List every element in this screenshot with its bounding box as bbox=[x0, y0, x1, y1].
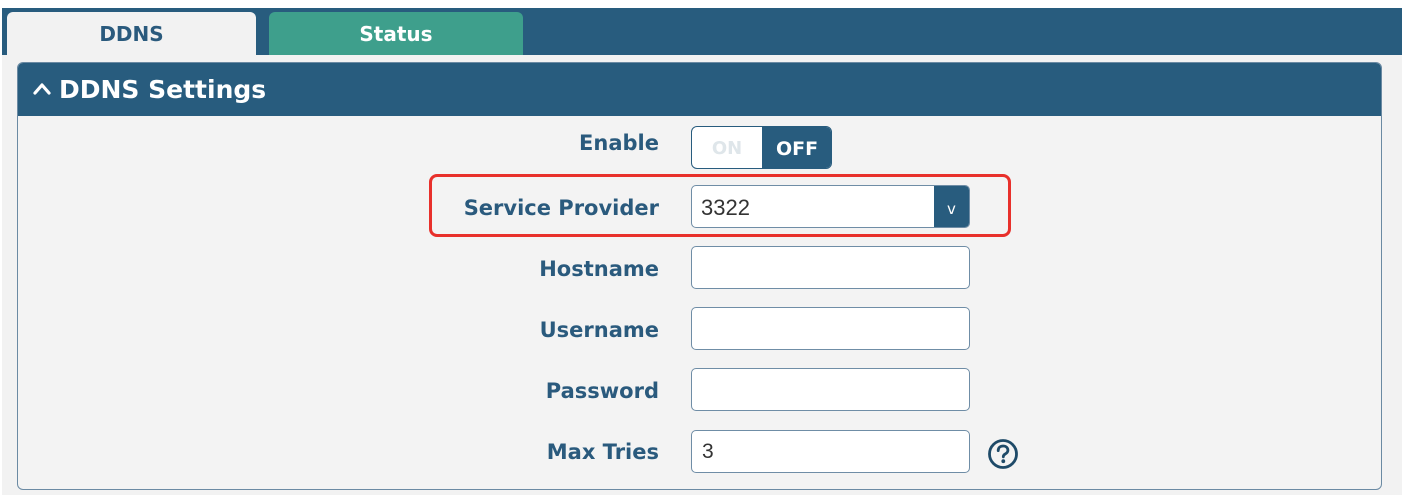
panel-header[interactable]: DDNS Settings bbox=[18, 63, 1381, 116]
tab-ddns[interactable]: DDNS bbox=[7, 12, 256, 55]
tab-status[interactable]: Status bbox=[269, 12, 523, 55]
toggle-on-option[interactable]: ON bbox=[692, 127, 762, 168]
max-tries-label: Max Tries bbox=[546, 440, 659, 464]
panel-title: DDNS Settings bbox=[59, 75, 267, 104]
username-label: Username bbox=[539, 318, 659, 342]
max-tries-input[interactable] bbox=[691, 430, 970, 473]
chevron-up-icon[interactable] bbox=[32, 79, 52, 99]
help-icon[interactable] bbox=[987, 438, 1019, 470]
toggle-off-option[interactable]: OFF bbox=[762, 127, 831, 168]
password-input[interactable] bbox=[691, 368, 970, 411]
enable-toggle[interactable]: ON OFF bbox=[691, 126, 832, 169]
hostname-label: Hostname bbox=[539, 257, 659, 281]
username-input[interactable] bbox=[691, 307, 970, 350]
highlight-box bbox=[429, 174, 1011, 237]
password-label: Password bbox=[545, 379, 659, 403]
hostname-input[interactable] bbox=[691, 246, 970, 289]
enable-label: Enable bbox=[579, 131, 659, 155]
